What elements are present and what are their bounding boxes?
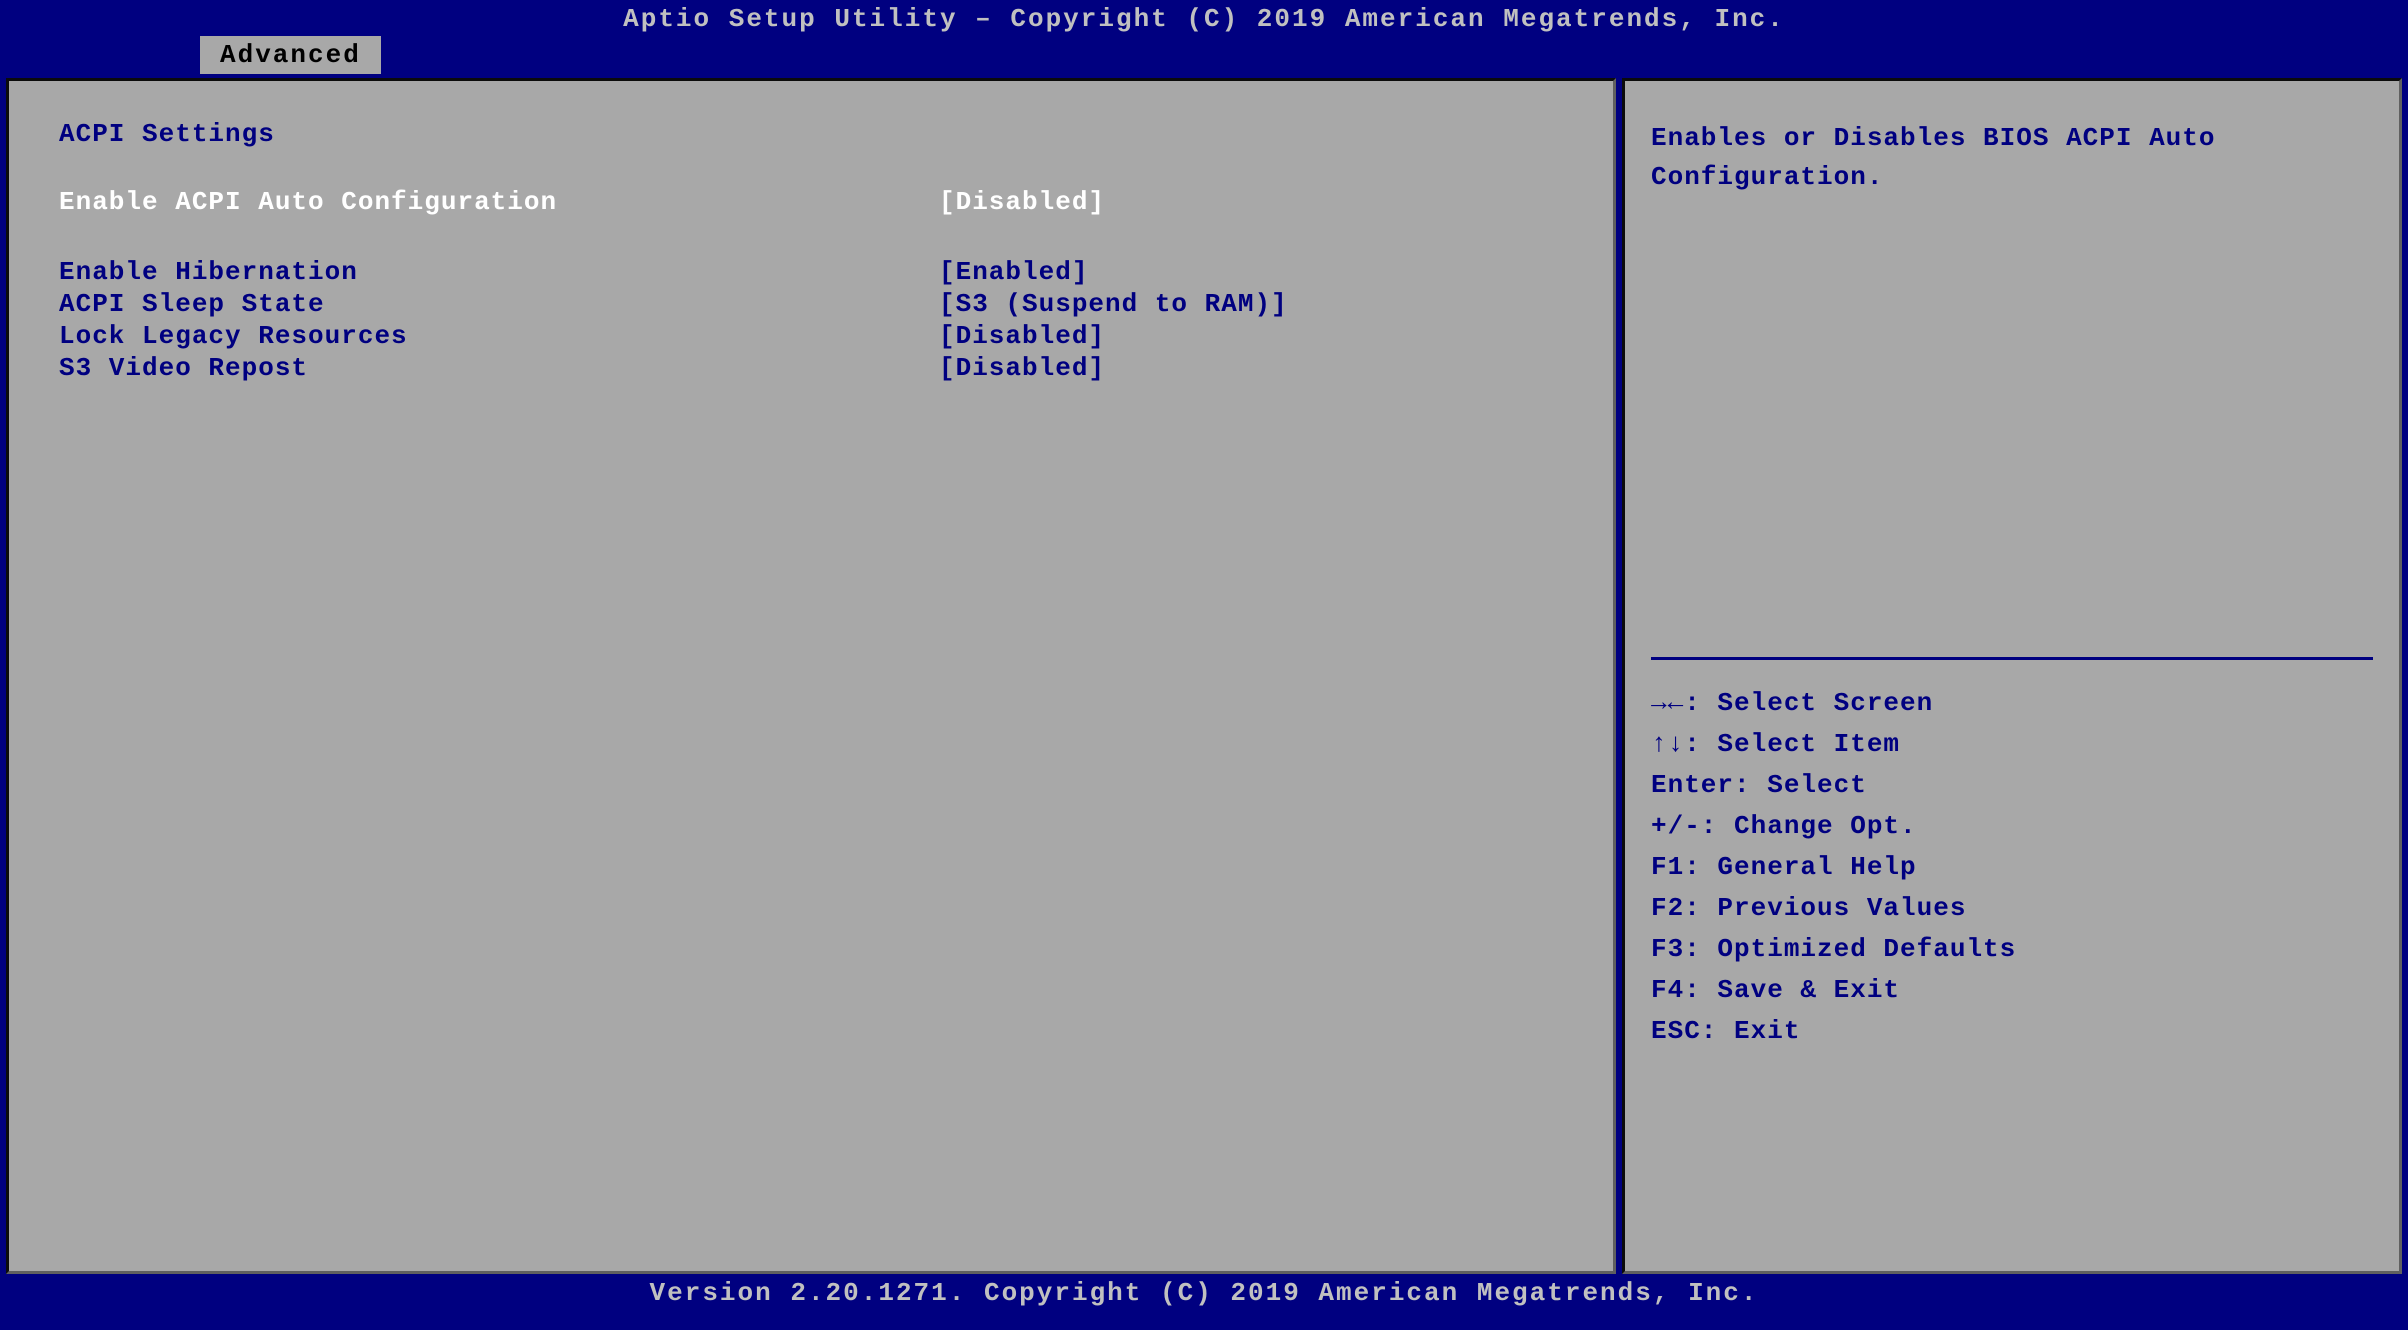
setting-lock-legacy-resources[interactable]: Lock Legacy Resources [Disabled] [59, 321, 1563, 351]
key-select-item: ↑↓: Select Item [1651, 725, 2373, 764]
header-bar: Aptio Setup Utility – Copyright (C) 2019… [0, 0, 2408, 36]
key-help: →←: Select Screen ↑↓: Select Item Enter:… [1651, 684, 2373, 1051]
setting-value: [Disabled] [939, 187, 1105, 217]
setting-enable-hibernation[interactable]: Enable Hibernation [Enabled] [59, 257, 1563, 287]
setting-label: ACPI Sleep State [59, 289, 939, 319]
key-select-screen: →←: Select Screen [1651, 684, 2373, 723]
setting-value: [Disabled] [939, 353, 1105, 383]
tab-bar: Advanced [0, 36, 2408, 78]
key-change-opt: +/-: Change Opt. [1651, 807, 2373, 846]
settings-panel: ACPI Settings Enable ACPI Auto Configura… [6, 78, 1616, 1274]
help-text: Enables or Disables BIOS ACPI Auto Confi… [1651, 119, 2373, 633]
setting-acpi-auto-configuration[interactable]: Enable ACPI Auto Configuration [Disabled… [59, 187, 1563, 217]
tab-advanced[interactable]: Advanced [200, 36, 381, 74]
divider [1651, 657, 2373, 660]
setting-label: Enable Hibernation [59, 257, 939, 287]
bottom-spacer [1651, 1053, 2373, 1233]
setting-label: Lock Legacy Resources [59, 321, 939, 351]
key-f3: F3: Optimized Defaults [1651, 930, 2373, 969]
key-f1: F1: General Help [1651, 848, 2373, 887]
setting-s3-video-repost[interactable]: S3 Video Repost [Disabled] [59, 353, 1563, 383]
setting-value: [S3 (Suspend to RAM)] [939, 289, 1288, 319]
main-area: ACPI Settings Enable ACPI Auto Configura… [0, 78, 2408, 1274]
panel-title: ACPI Settings [59, 119, 1563, 149]
setting-acpi-sleep-state[interactable]: ACPI Sleep State [S3 (Suspend to RAM)] [59, 289, 1563, 319]
setting-value: [Enabled] [939, 257, 1088, 287]
footer-text: Version 2.20.1271. Copyright (C) 2019 Am… [650, 1278, 1759, 1308]
key-esc: ESC: Exit [1651, 1012, 2373, 1051]
setting-label: S3 Video Repost [59, 353, 939, 383]
key-enter: Enter: Select [1651, 766, 2373, 805]
key-f2: F2: Previous Values [1651, 889, 2373, 928]
bios-setup-screen: Aptio Setup Utility – Copyright (C) 2019… [0, 0, 2408, 1330]
header-title: Aptio Setup Utility – Copyright (C) 2019… [623, 4, 1785, 34]
setting-label: Enable ACPI Auto Configuration [59, 187, 939, 217]
help-panel: Enables or Disables BIOS ACPI Auto Confi… [1622, 78, 2402, 1274]
key-f4: F4: Save & Exit [1651, 971, 2373, 1010]
setting-value: [Disabled] [939, 321, 1105, 351]
spacer [59, 219, 1563, 257]
footer-bar: Version 2.20.1271. Copyright (C) 2019 Am… [0, 1274, 2408, 1324]
